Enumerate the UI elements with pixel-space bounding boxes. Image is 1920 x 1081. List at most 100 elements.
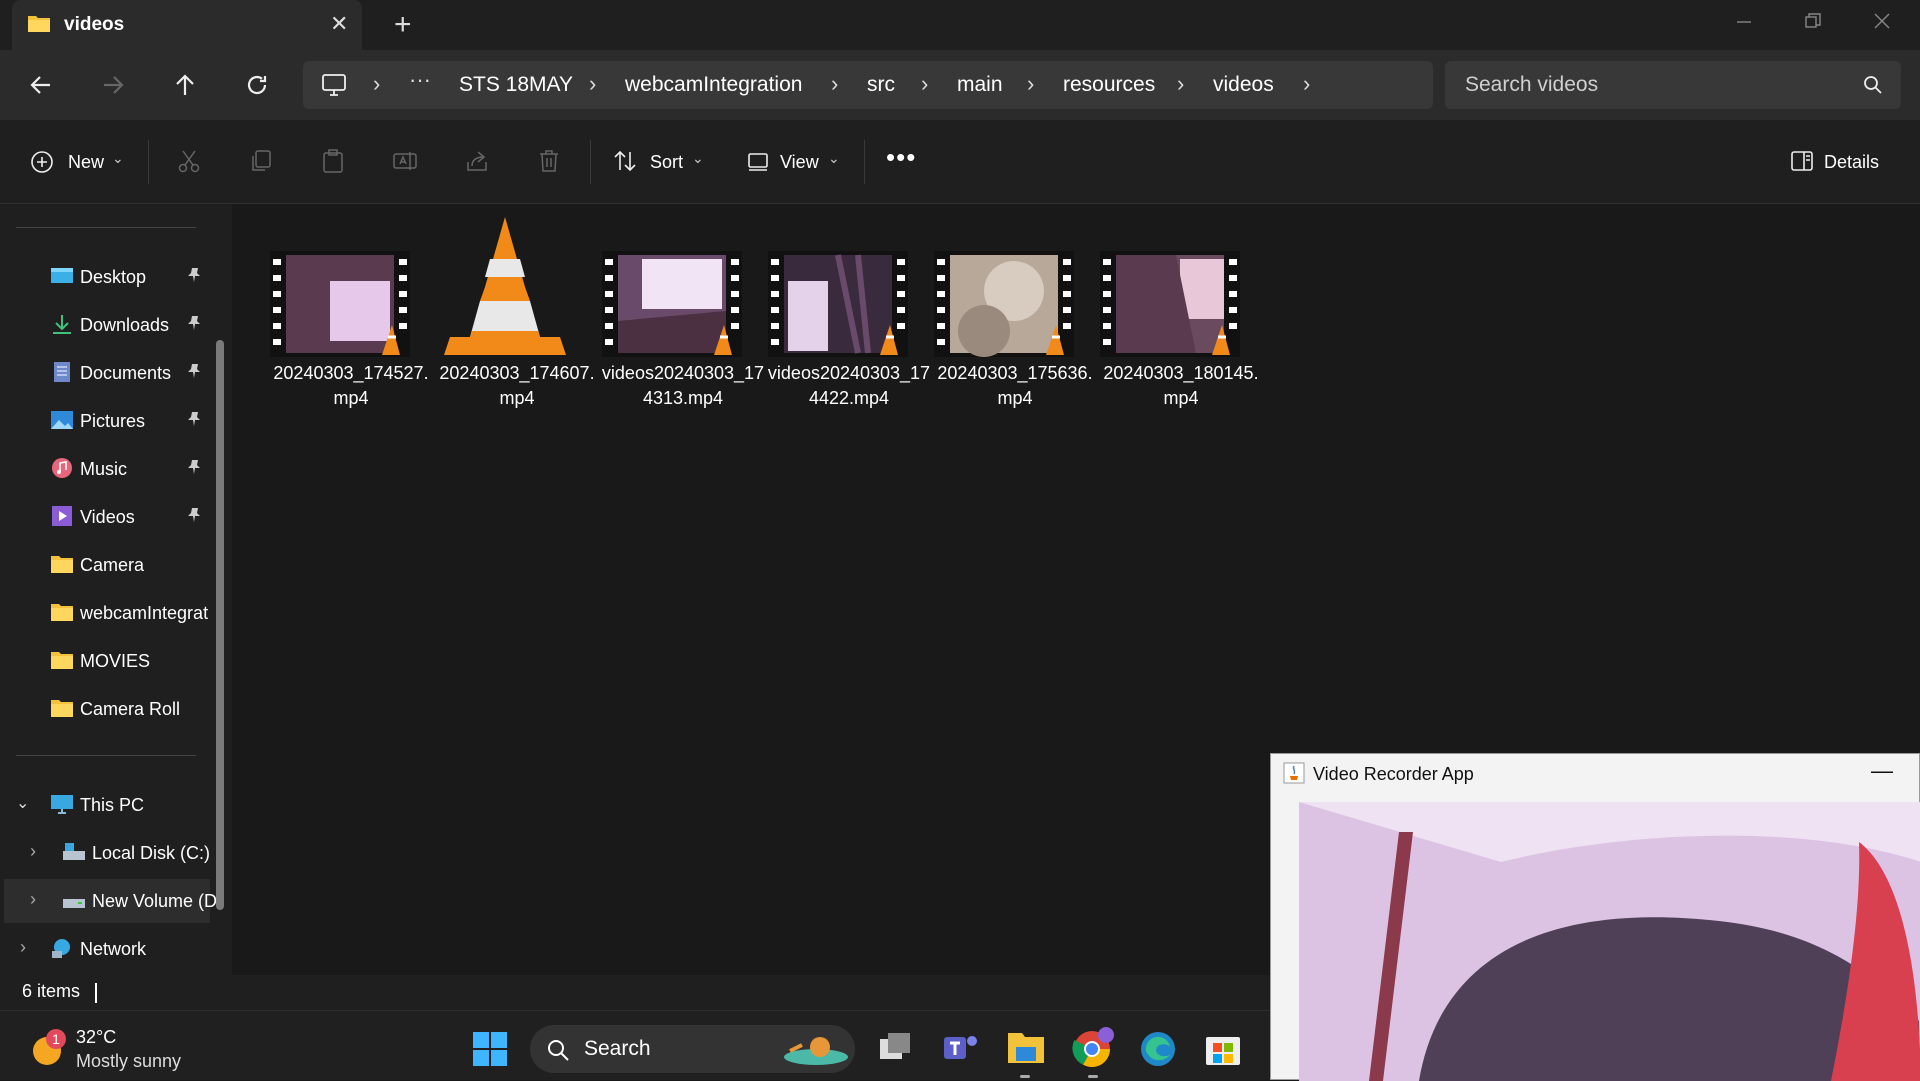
breadcrumb-item[interactable]: videos: [1213, 73, 1274, 97]
back-arrow-icon[interactable]: [24, 68, 58, 102]
sort-button[interactable]: Sort: [650, 152, 683, 173]
sidebar-item-desktop[interactable]: Desktop: [0, 255, 210, 299]
tab-videos[interactable]: videos ✕: [12, 0, 362, 50]
pin-icon[interactable]: [186, 411, 202, 427]
up-arrow-icon[interactable]: [168, 68, 202, 102]
paste-icon[interactable]: [320, 148, 346, 174]
monitor-icon[interactable]: [321, 73, 347, 97]
minimize-icon[interactable]: [1736, 14, 1752, 30]
details-pane-icon[interactable]: [1790, 150, 1814, 172]
sidebar-item-label: webcamIntegrat: [80, 603, 209, 623]
teams-icon[interactable]: [940, 1029, 980, 1067]
chevron-right-icon[interactable]: ›: [20, 937, 26, 958]
sidebar-item-pictures[interactable]: Pictures: [0, 399, 210, 443]
drive-icon: [63, 843, 85, 860]
sidebar-item-network[interactable]: › Network: [0, 927, 210, 971]
rename-icon[interactable]: [392, 148, 418, 174]
chevron-right-icon: ›: [373, 71, 381, 96]
pin-icon[interactable]: [186, 315, 202, 331]
pin-icon[interactable]: [186, 267, 202, 283]
view-icon[interactable]: [746, 148, 772, 174]
windows-start-icon[interactable]: [472, 1031, 508, 1067]
breadcrumb-item[interactable]: STS 18MAY: [459, 73, 573, 97]
file-name: 20240303_180145.mp4: [1103, 363, 1259, 408]
chrome-icon[interactable]: [1072, 1027, 1114, 1069]
sidebar-item-documents[interactable]: Documents: [0, 351, 210, 395]
toolbar-divider: [590, 140, 591, 184]
more-path-button[interactable]: ···: [409, 67, 431, 93]
close-tab-button[interactable]: ✕: [330, 11, 348, 37]
new-button[interactable]: New: [68, 152, 104, 173]
search-box[interactable]: Search videos: [1445, 61, 1901, 109]
folder-icon: [51, 700, 73, 717]
sidebar-item-camera-roll[interactable]: Camera Roll: [0, 687, 210, 731]
sidebar-item-label: Documents: [80, 363, 172, 383]
chevron-down-icon[interactable]: ⌄: [16, 793, 29, 813]
sidebar-divider: [16, 755, 196, 756]
search-icon[interactable]: [1863, 75, 1883, 95]
more-options-icon[interactable]: •••: [886, 142, 916, 173]
folder-icon: [51, 556, 73, 573]
pictures-icon: [51, 411, 73, 429]
minimize-button[interactable]: —: [1871, 758, 1893, 784]
microsoft-store-icon[interactable]: [1204, 1029, 1242, 1067]
folder-icon: [51, 652, 73, 669]
pin-icon[interactable]: [186, 507, 202, 523]
chevron-right-icon[interactable]: ›: [30, 841, 36, 862]
sidebar-item-videos[interactable]: Videos: [0, 495, 210, 539]
address-bar[interactable]: › ··· STS 18MAY › webcamIntegration › sr…: [303, 61, 1433, 109]
file-name: videos20240303_174422.mp4: [767, 363, 931, 408]
title-bar: videos ✕ +: [0, 0, 1920, 50]
weather-widget[interactable]: 1 32°C Mostly sunny: [24, 1025, 204, 1071]
sidebar-item-music[interactable]: Music: [0, 447, 210, 491]
breadcrumb-item[interactable]: webcamIntegration: [625, 73, 802, 97]
view-button[interactable]: View: [780, 152, 819, 173]
pin-icon[interactable]: [186, 459, 202, 475]
sidebar-item-label: Camera Roll: [80, 699, 181, 719]
breadcrumb-item[interactable]: resources: [1063, 73, 1155, 97]
pin-icon[interactable]: [186, 363, 202, 379]
restore-icon[interactable]: [1805, 13, 1821, 29]
sidebar-item-local-disk[interactable]: › Local Disk (C:): [0, 831, 210, 875]
sidebar-item-downloads[interactable]: Downloads: [0, 303, 210, 347]
taskbar-search[interactable]: Search: [530, 1025, 855, 1073]
chevron-right-icon: ›: [831, 71, 839, 96]
recorder-title: Video Recorder App: [1313, 764, 1474, 784]
close-window-icon[interactable]: [1874, 13, 1890, 29]
chevron-down-icon: ⌄: [692, 150, 704, 166]
task-view-icon[interactable]: [876, 1029, 914, 1067]
java-app-icon: [1283, 762, 1305, 784]
sidebar-item-camera[interactable]: Camera: [0, 543, 210, 587]
breadcrumb-item[interactable]: main: [957, 73, 1003, 97]
chevron-right-icon[interactable]: ›: [30, 889, 36, 910]
delete-icon[interactable]: [536, 148, 562, 174]
chevron-right-icon: ›: [921, 71, 929, 96]
new-tab-button[interactable]: +: [394, 8, 412, 42]
breadcrumb-item[interactable]: src: [867, 73, 895, 97]
status-divider: [95, 983, 97, 1003]
chevron-right-icon[interactable]: ›: [1303, 71, 1310, 97]
details-button[interactable]: Details: [1824, 152, 1879, 173]
cut-icon[interactable]: [176, 148, 202, 174]
edge-icon[interactable]: [1138, 1029, 1178, 1069]
search-input[interactable]: Search videos: [1465, 73, 1598, 97]
sidebar-item-movies[interactable]: MOVIES: [0, 639, 210, 683]
forward-arrow-icon[interactable]: [96, 68, 130, 102]
item-count: 6 items: [22, 981, 81, 1001]
share-icon[interactable]: [464, 148, 490, 174]
sort-icon[interactable]: [612, 148, 638, 174]
sidebar-item-this-pc[interactable]: ⌄ This PC: [0, 783, 210, 827]
sidebar-item-webcamintegration[interactable]: webcamIntegrat: [0, 591, 210, 635]
add-circle-icon[interactable]: [30, 150, 54, 174]
refresh-icon[interactable]: [240, 68, 274, 102]
copy-icon[interactable]: [248, 148, 274, 174]
sidebar-item-new-volume[interactable]: › New Volume (D: [4, 879, 217, 923]
file-explorer-icon[interactable]: [1006, 1029, 1046, 1067]
downloads-icon: [53, 315, 71, 334]
sidebar-item-label: Downloads: [80, 315, 170, 335]
sidebar-scrollbar[interactable]: [216, 340, 224, 910]
command-bar: New ⌄ Sort ⌄ View ⌄ ••• Details: [0, 120, 1920, 204]
drive-icon: [63, 899, 85, 908]
toolbar-divider: [864, 140, 865, 184]
weather-temp: 32°C: [76, 1027, 117, 1047]
